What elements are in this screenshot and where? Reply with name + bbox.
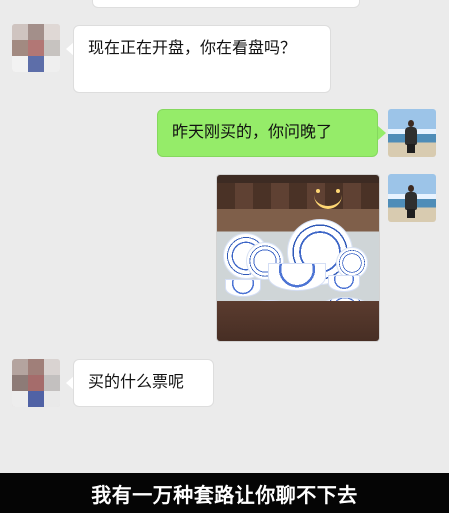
incoming-message-text: 买的什么票呢	[88, 372, 185, 391]
chat-area: 现在正在开盘，你在看盘吗？ 昨天刚买的，你问晚了 买的什么票呢	[0, 0, 449, 473]
contact-avatar[interactable]	[12, 359, 60, 407]
outgoing-message-bubble[interactable]: 昨天刚买的，你问晚了	[157, 109, 378, 157]
mosaic-avatar-pattern	[12, 359, 60, 407]
partial-message-bubble	[92, 0, 360, 8]
caption-text: 我有一万种套路让你聊不下去	[91, 482, 358, 507]
porcelain-bowl	[328, 275, 360, 292]
ceiling-beams	[217, 183, 379, 209]
bubble-tail	[378, 126, 386, 140]
tabletop	[217, 301, 379, 341]
incoming-message-text: 现在正在开盘，你在看盘吗？	[88, 38, 297, 57]
my-avatar[interactable]	[388, 174, 436, 222]
person-icon	[404, 185, 418, 218]
porcelain-bowl	[225, 279, 261, 297]
outgoing-message-text: 昨天刚买的，你问晚了	[172, 122, 333, 141]
caption-bar: 我有一万种套路让你聊不下去	[0, 473, 449, 513]
mosaic-avatar-pattern	[12, 24, 60, 72]
shared-image-message[interactable]	[216, 174, 380, 342]
porcelain-bowl	[268, 263, 326, 291]
person-icon	[404, 120, 418, 153]
incoming-message-bubble[interactable]: 现在正在开盘，你在看盘吗？	[73, 25, 331, 93]
incoming-message-bubble[interactable]: 买的什么票呢	[73, 359, 214, 407]
my-avatar[interactable]	[388, 109, 436, 157]
contact-avatar[interactable]	[12, 24, 60, 72]
